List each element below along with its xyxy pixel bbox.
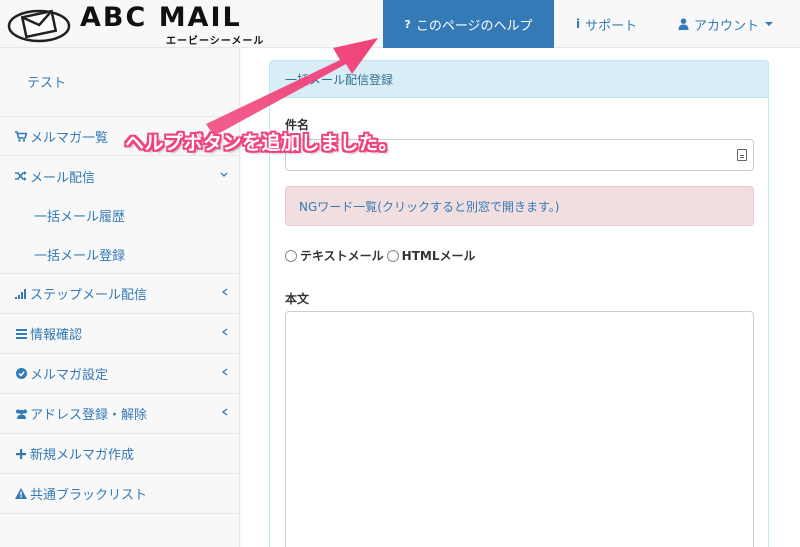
top-navbar: ABC MAIL エービーシーメール ? このページのヘルプ i サポート アカ… bbox=[0, 0, 800, 48]
sidebar-item-label: メルマガ設定 bbox=[30, 368, 109, 383]
page-help-button[interactable]: ? このページのヘルプ bbox=[383, 0, 554, 48]
sidebar-item-mail-delivery[interactable]: メール配信 bbox=[0, 156, 240, 196]
text-mail-label: テキストメール bbox=[300, 249, 384, 263]
sidebar-item-label: メルマガ一覧 bbox=[30, 130, 109, 146]
page-help-label: このページのヘルプ bbox=[415, 18, 533, 34]
check-circle-icon bbox=[14, 368, 28, 379]
user-icon bbox=[678, 18, 689, 30]
app-logo[interactable]: ABC MAIL エービーシーメール bbox=[6, 2, 263, 47]
sidebar-item-label: 共通ブラックリスト bbox=[30, 488, 148, 503]
html-mail-radio[interactable]: HTMLメール bbox=[386, 247, 476, 264]
support-link[interactable]: i サポート bbox=[576, 0, 637, 48]
panel-heading: 一括メール配信登録 bbox=[270, 61, 768, 98]
account-label: アカウント bbox=[694, 18, 760, 34]
brand-subtitle: エービーシーメール bbox=[166, 36, 265, 47]
shuffle-icon bbox=[14, 171, 28, 181]
support-label: サポート bbox=[585, 18, 638, 34]
chevron-left-icon bbox=[221, 286, 228, 299]
ng-words-link[interactable]: NGワード一覧(クリックすると別窓で開きます。) bbox=[285, 186, 754, 226]
question-icon: ? bbox=[404, 17, 411, 31]
annotation-caption: ヘルプボタンを追加しました。 bbox=[125, 132, 399, 154]
radio-circle-icon bbox=[285, 249, 297, 262]
sidebar-subitem-bulk-history[interactable]: 一括メール履歴 bbox=[0, 196, 240, 235]
sidebar-test-link[interactable]: テスト bbox=[27, 72, 66, 91]
account-dropdown[interactable]: アカウント bbox=[678, 0, 774, 48]
sidebar-item-info-check[interactable]: 情報確認 bbox=[0, 314, 240, 354]
html-mail-label: HTMLメール bbox=[401, 249, 476, 263]
body-textarea[interactable] bbox=[285, 311, 754, 547]
chevron-left-icon bbox=[221, 326, 228, 339]
text-mail-radio[interactable]: テキストメール bbox=[285, 247, 384, 264]
field-helper-icon[interactable] bbox=[737, 149, 747, 161]
mail-format-group: テキストメール HTMLメール bbox=[285, 247, 478, 264]
chevron-left-icon bbox=[221, 406, 228, 419]
radio-circle-icon bbox=[386, 249, 399, 262]
sidebar-item-address-register[interactable]: アドレス登録・解除 bbox=[0, 394, 240, 434]
body-label: 本文 bbox=[285, 292, 310, 306]
info-icon: i bbox=[576, 17, 581, 31]
warning-icon bbox=[14, 488, 28, 499]
chevron-down-icon bbox=[220, 168, 228, 181]
sidebar-item-step-mail[interactable]: ステップメール配信 bbox=[0, 274, 240, 314]
cart-icon bbox=[14, 130, 28, 142]
sidebar-menu: メルマガ一覧 メール配信 一括メール履歴 一括メール登録 ステップメール配信 情… bbox=[0, 116, 240, 514]
envelope-logo-icon bbox=[7, 9, 71, 43]
sidebar-item-label: メール配信 bbox=[30, 170, 96, 186]
sidebar-item-new-newsletter[interactable]: 新規メルマガ作成 bbox=[0, 434, 240, 474]
chevron-left-icon bbox=[221, 366, 228, 379]
sidebar-item-blacklist[interactable]: 共通ブラックリスト bbox=[0, 474, 240, 514]
brand-name: ABC MAIL bbox=[80, 2, 242, 33]
sidebar: テスト メルマガ一覧 メール配信 一括メール履歴 一括メール登録 ステップメール… bbox=[0, 48, 240, 547]
sidebar-subitem-bulk-register[interactable]: 一括メール登録 bbox=[0, 235, 240, 274]
users-icon bbox=[14, 409, 28, 419]
main-content: 一括メール配信登録 件名 NGワード一覧(クリックすると別窓で開きます。) テキ… bbox=[241, 48, 800, 547]
sidebar-item-label: 情報確認 bbox=[30, 328, 83, 343]
caret-down-icon bbox=[765, 22, 774, 26]
sidebar-item-label: 新規メルマガ作成 bbox=[30, 448, 135, 463]
signal-icon bbox=[14, 288, 28, 299]
sidebar-item-label: アドレス登録・解除 bbox=[30, 408, 148, 423]
plus-icon bbox=[14, 448, 28, 459]
sidebar-item-label: ステップメール配信 bbox=[30, 288, 148, 303]
list-icon bbox=[14, 328, 28, 339]
sidebar-item-newsletter-settings[interactable]: メルマガ設定 bbox=[0, 354, 240, 394]
